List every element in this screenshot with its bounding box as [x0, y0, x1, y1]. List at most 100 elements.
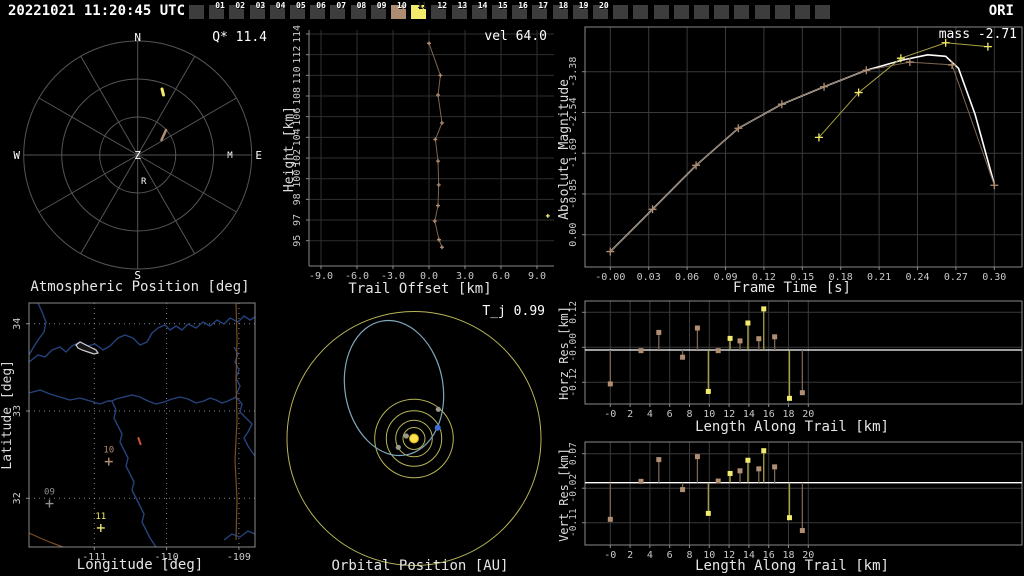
vert-res-caption: Length Along Trail [km] — [695, 558, 889, 574]
trail-offset-panel: -9.0 -6.0 -3.0 0.0 3.0 6.0 9.0 114 112 110 108 106 1… — [280, 24, 560, 300]
station-label: 10 — [103, 446, 114, 456]
residual-point — [761, 448, 767, 454]
horz-res-chart: -0 2 4 6 8 10 12 14 16 18 200.12-0.00-0.12 — [568, 300, 1023, 420]
tisserand-annotation: T_j 0.99 — [482, 304, 545, 319]
frame-box[interactable]: 09 — [370, 1, 386, 19]
frame-box[interactable]: 08 — [350, 1, 366, 19]
frame-box-label: 20 — [599, 1, 609, 10]
frame-box[interactable] — [734, 5, 750, 19]
residual-point — [737, 338, 743, 344]
frame-box[interactable] — [694, 5, 709, 19]
frame-box-label: 08 — [356, 1, 367, 10]
frame-box[interactable]: 11 — [411, 1, 427, 19]
residual-point — [680, 354, 686, 360]
frame-box[interactable]: 19 — [572, 1, 588, 19]
residual-point — [772, 334, 778, 340]
residual-point — [607, 381, 613, 387]
horz-res-caption: Length Along Trail [km] — [695, 419, 889, 435]
frame-box-label: 09 — [376, 1, 387, 10]
residual-point — [761, 306, 767, 312]
frame-box[interactable]: 06 — [310, 1, 326, 19]
frame-box[interactable] — [774, 5, 790, 19]
longitude-caption: Longitude [deg] — [76, 557, 204, 573]
frame-box-label: 01 — [215, 1, 225, 10]
frame-box[interactable]: 03 — [249, 1, 265, 19]
frame-box[interactable]: 07 — [330, 1, 346, 19]
latitude-axis-label: Latitude [deg] — [0, 360, 15, 470]
frame-box[interactable] — [673, 5, 689, 19]
orbit-caption: Orbital Position [AU] — [331, 558, 509, 574]
atmospheric-position-chart: NESW Z MR — [13, 31, 262, 282]
horz-res-panel: -0 2 4 6 8 10 12 14 16 18 20 0.12 -0.00 -0.12 Horz Re… — [557, 294, 1024, 435]
trail-offset-chart: -9.0 -6.0 -3.0 0.0 3.0 6.0 9.01141121101081061… — [292, 25, 554, 282]
mass-annotation: mass -2.71 — [938, 27, 1017, 42]
svg-text:34: 34 — [12, 318, 23, 330]
frame-box[interactable]: 04 — [269, 1, 285, 19]
vert-res-axis-label: Vert Res [km] — [557, 448, 571, 542]
radiant-label: R — [141, 177, 147, 187]
compass-east: E — [255, 149, 262, 162]
frame-box[interactable] — [815, 5, 831, 19]
frame-box[interactable] — [754, 5, 770, 19]
frame-box[interactable]: 16 — [512, 1, 528, 19]
svg-text:95: 95 — [292, 235, 303, 247]
residual-point — [799, 528, 805, 534]
orbit-panel: T_j 0.99 Orbital Position [AU] — [280, 300, 560, 576]
velocity-annotation: vel 64.0 — [484, 29, 547, 44]
title-bar: 20221021 11:20:45 UTC 01 02 03 04 05 06 07 08 09… — [0, 0, 1024, 24]
frame-box-label: 06 — [316, 1, 326, 10]
residual-point — [745, 320, 751, 326]
ground-map-panel: -111 -110 -109 34 33 32 09 10 11 Latitude [deg] … — [0, 300, 280, 576]
frame-box[interactable] — [795, 5, 810, 19]
frame-box-label: 11 — [417, 1, 427, 10]
svg-text:0.00: 0.00 — [568, 223, 579, 247]
frame-box[interactable]: 17 — [532, 1, 548, 19]
frame-box[interactable]: 01 — [209, 1, 225, 19]
frame-box[interactable]: 15 — [492, 1, 508, 19]
residual-point — [705, 510, 711, 516]
planet-dot — [395, 444, 401, 450]
ground-map-chart: -111 -110 -109343332 091011 — [12, 302, 256, 563]
frame-box[interactable] — [633, 5, 649, 19]
timestamp: 20221021 11:20:45 UTC — [8, 3, 186, 19]
residual-point — [607, 516, 613, 522]
frame-box[interactable] — [653, 5, 669, 19]
station-label: 09 — [44, 488, 55, 498]
frame-box[interactable]: 18 — [552, 1, 568, 19]
residual-point — [727, 470, 733, 476]
frame-box[interactable] — [189, 5, 204, 19]
q-annotation: Q* 11.4 — [212, 30, 267, 45]
residual-point — [656, 457, 662, 463]
frame-box[interactable]: 12 — [431, 1, 447, 19]
svg-text:112: 112 — [292, 46, 303, 64]
trail-offset-caption: Trail Offset [km] — [348, 281, 492, 297]
planet-dot — [435, 406, 441, 412]
frame-box-label: 10 — [397, 1, 407, 10]
frame-box-label: 03 — [255, 1, 266, 10]
compass-west: W — [13, 149, 20, 162]
frame-box[interactable]: 13 — [451, 1, 467, 19]
residual-point — [745, 457, 751, 463]
residual-point — [705, 388, 711, 394]
frame-box-label: 05 — [296, 1, 306, 10]
residual-point — [772, 464, 778, 470]
zenith-label: Z — [134, 149, 141, 162]
frame-box[interactable]: 14 — [471, 1, 487, 19]
residual-point — [638, 348, 644, 354]
frame-box-label: 19 — [578, 1, 589, 10]
frame-box-label: 07 — [336, 1, 347, 10]
frame-box-label: 12 — [437, 1, 448, 10]
vert-res-chart: -0 2 4 6 8 10 12 14 16 18 200.07-0.02-0.11 — [568, 441, 1023, 561]
residual-point — [756, 336, 762, 342]
frame-box[interactable]: 20 — [593, 1, 609, 19]
residual-point — [715, 478, 721, 484]
residual-point — [727, 335, 733, 341]
frame-box[interactable] — [714, 5, 730, 19]
residual-point — [680, 487, 686, 493]
frame-box-label: 13 — [457, 1, 468, 10]
svg-text:108: 108 — [292, 87, 303, 105]
frame-box[interactable]: 10 — [391, 1, 407, 19]
frame-box[interactable]: 02 — [229, 1, 245, 19]
frame-box[interactable]: 05 — [290, 1, 306, 19]
frame-box[interactable] — [613, 5, 629, 19]
